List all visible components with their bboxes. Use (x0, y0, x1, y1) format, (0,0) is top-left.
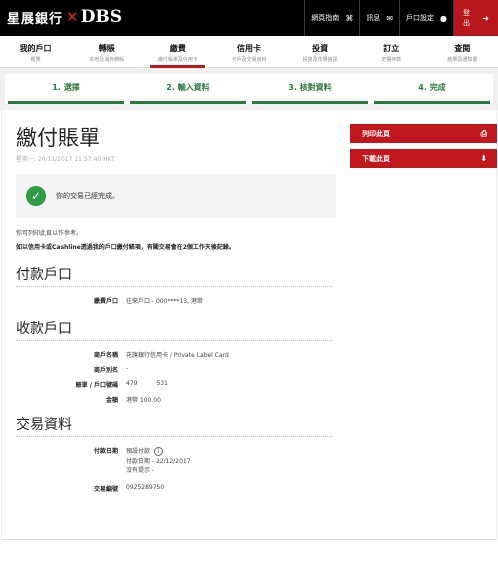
top-bar: 星展銀行 ✕ DBS 網頁指南 ⌘ 訊息 ✉ 戶口設定 ● 登出 ➜ (0, 0, 498, 36)
page-timestamp: 星期一, 20/11/2017 11:57:40 HKT (16, 156, 115, 163)
progress-steps: 1. 選擇 2. 輸入資料 3. 核對資料 4. 完成 (0, 68, 498, 110)
nav-credit-card[interactable]: 信用卡 卡戶及交易資料 (213, 36, 284, 67)
detail-label: 交易編號 (93, 486, 118, 493)
detail-label: 繳費戶口 (93, 298, 118, 305)
messages-label: 訊息 (366, 14, 381, 22)
print-label: 列印此頁 (362, 129, 390, 138)
nav-title: 我的戶口 (19, 44, 52, 53)
download-label: 下載此頁 (362, 154, 390, 163)
account-settings-link[interactable]: 戶口設定 ● (399, 0, 453, 36)
detail-value: 479 531 (126, 380, 168, 387)
section-title-payment-account: 付款戶口 (16, 267, 72, 283)
reference-number: 0925289750 (126, 484, 165, 491)
nav-invest[interactable]: 投資 投資及市場資訊 (285, 36, 356, 67)
pay-method-value: 預設付款 (126, 448, 151, 455)
top-links: 網頁指南 ⌘ 訊息 ✉ 戶口設定 ● 登出 ➜ (304, 0, 498, 36)
section-divider (16, 340, 332, 341)
sitemap-link[interactable]: 網頁指南 ⌘ (304, 0, 359, 36)
mail-icon: ✉ (386, 13, 394, 23)
user-icon: ● (440, 13, 447, 23)
nav-subtitle: 概覽 (30, 57, 41, 63)
print-button[interactable]: 列印此頁 ⎙ (350, 124, 497, 143)
detail-label: 金額 (105, 397, 118, 404)
reminder-value: 沒有提示 - (126, 467, 155, 474)
nav-subtitle: 繳付賬單及信用卡 (157, 57, 198, 63)
messages-link[interactable]: 訊息 ✉ (359, 0, 399, 36)
section-title-payee-account: 收款戶口 (16, 321, 72, 337)
detail-value: - (126, 365, 129, 372)
nav-title: 信用卡 (236, 44, 261, 53)
sitemap-icon: ⌘ (345, 13, 354, 23)
nav-transfer[interactable]: 轉賬 本地及海外轉賬 (71, 36, 142, 67)
brand-name-cn: 星展銀行 (7, 11, 64, 27)
page-title: 繳付賬單 (16, 126, 100, 150)
detail-row-pay-date: 付款日期 預設付款 i 付款日期 - 22/12/2017 沒有提示 - (16, 446, 332, 474)
processing-note: 如以信用卡或Cashline透過我的戶口繳付賬項，有關交易會在2個工作天後記錄。 (16, 244, 235, 251)
sitemap-label: 網頁指南 (311, 14, 340, 22)
action-buttons: 列印此頁 ⎙ 下載此頁 ⬇ (350, 124, 497, 174)
dbs-x-icon: ✕ (66, 8, 79, 26)
success-message: 你的交易已經完成。 (56, 192, 119, 200)
detail-row-reference: 交易編號 0925289750 (16, 484, 332, 493)
detail-row: 賬單 / 戶口號碼 479 531 (16, 380, 332, 389)
detail-label: 賬單 / 戶口號碼 (75, 382, 118, 389)
step-input: 2. 輸入資料 (130, 74, 246, 104)
detail-row: 繳費戶口 往來戶口 - 000****13, 港幣 (16, 296, 332, 305)
detail-value: 預設付款 i 付款日期 - 22/12/2017 沒有提示 - (126, 446, 191, 474)
info-icon[interactable]: i (154, 447, 164, 456)
nav-open[interactable]: 訂立 定期存款 (356, 36, 427, 67)
printer-icon: ⎙ (480, 128, 487, 138)
step-select: 1. 選擇 (8, 74, 124, 104)
step-verify: 3. 核對資料 (252, 74, 368, 104)
detail-value: 港幣 100.00 (126, 397, 161, 404)
nav-subtitle: 卡戶及交易資料 (231, 57, 267, 63)
account-settings-label: 戶口設定 (406, 14, 435, 22)
print-note: 你可列印此頁以作參考。 (16, 230, 83, 237)
logout-label: 登出 (463, 9, 470, 27)
nav-subtitle: 結單及通知書 (447, 57, 478, 63)
main-content: 繳付賬單 星期一, 20/11/2017 11:57:40 HKT 列印此頁 ⎙… (1, 110, 497, 540)
download-icon: ⬇ (480, 154, 487, 163)
detail-row: 金額 港幣 100.00 (16, 395, 332, 404)
step-complete: 4. 完成 (374, 74, 490, 104)
section-divider (16, 436, 332, 437)
nav-subtitle: 定期存款 (381, 57, 402, 63)
nav-title: 訂立 (383, 44, 400, 53)
logout-button[interactable]: 登出 ➜ (453, 0, 498, 36)
brand-name-en: DBS (80, 7, 122, 27)
detail-row: 商戶別名 - (16, 365, 332, 374)
success-banner: ✓ 你的交易已經完成。 (16, 174, 336, 218)
checkmark-icon: ✓ (26, 186, 46, 206)
detail-label: 商戶名稱 (93, 352, 118, 359)
nav-enquiry[interactable]: 查閱 結單及通知書 (427, 36, 498, 67)
detail-label: 商戶別名 (93, 367, 118, 374)
detail-row: 商戶名稱 花旗銀行信用卡 / Private Label Card (16, 350, 332, 359)
nav-subtitle: 投資及市場資訊 (302, 57, 338, 63)
detail-value: 往來戶口 - 000****13, 港幣 (126, 298, 203, 305)
download-button[interactable]: 下載此頁 ⬇ (350, 149, 497, 168)
nav-my-accounts[interactable]: 我的戶口 概覽 (0, 36, 71, 67)
nav-title: 繳費 (169, 44, 186, 53)
section-divider (16, 286, 332, 287)
section-title-transaction: 交易資料 (16, 417, 72, 433)
pay-date-value: 付款日期 - 22/12/2017 (126, 458, 191, 465)
logout-icon: ➜ (482, 13, 489, 23)
nav-title: 查閱 (454, 44, 471, 53)
detail-value: 花旗銀行信用卡 / Private Label Card (126, 352, 229, 359)
dbs-logo[interactable]: 星展銀行 ✕ DBS (7, 7, 122, 27)
main-nav: 我的戶口 概覽 轉賬 本地及海外轉賬 繳費 繳付賬單及信用卡 信用卡 卡戶及交易… (0, 36, 498, 68)
nav-bill-payment[interactable]: 繳費 繳付賬單及信用卡 (142, 36, 213, 68)
nav-subtitle: 本地及海外轉賬 (89, 57, 125, 63)
detail-label: 付款日期 (93, 448, 118, 455)
nav-title: 轉賬 (98, 44, 115, 53)
nav-title: 投資 (312, 44, 329, 53)
